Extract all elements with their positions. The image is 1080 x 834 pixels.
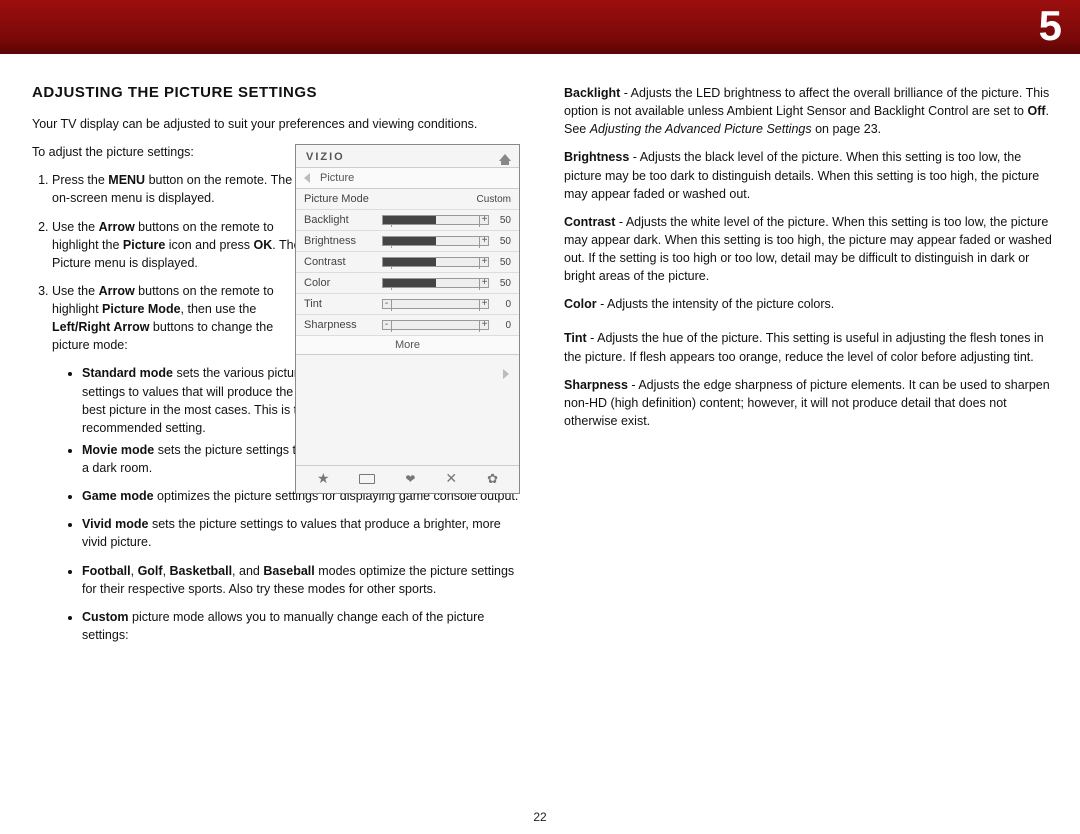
osd-row-value: 50 (495, 236, 511, 247)
chapter-number: 5 (1039, 2, 1062, 50)
header-bar: 5 (0, 0, 1080, 54)
list-item: Press the MENU button on the remote. The… (52, 171, 312, 207)
osd-crumb-label: Picture (320, 172, 354, 184)
osd-slider: -+ (382, 257, 489, 267)
osd-row-value: 50 (495, 257, 511, 268)
home-icon (499, 154, 511, 161)
osd-row-label: Tint (304, 298, 376, 310)
setting-desc: Color - Adjusts the intensity of the pic… (564, 295, 1052, 313)
osd-row-value: 50 (495, 278, 511, 289)
intro-text: Your TV display can be adjusted to suit … (32, 115, 520, 133)
page-number: 22 (0, 810, 1080, 824)
setting-desc: Sharpness - Adjusts the edge sharpness o… (564, 376, 1052, 430)
osd-slider: -+ (382, 320, 489, 330)
osd-row-value: 0 (495, 320, 511, 331)
osd-row: Color -+ 50 (296, 273, 519, 294)
list-item: Use the Arrow buttons on the remote to h… (52, 282, 312, 437)
osd-row-value: 50 (495, 215, 511, 226)
setting-desc: Contrast - Adjusts the white level of th… (564, 213, 1052, 286)
steps-list: Press the MENU button on the remote. The… (32, 171, 312, 437)
gear-icon: ✿ (487, 471, 498, 487)
chevron-down-icon: ❤ (405, 472, 415, 486)
list-item: Vivid mode sets the picture settings to … (82, 515, 520, 551)
close-icon: ✕ (445, 470, 457, 487)
osd-row: Tint -+ 0 (296, 294, 519, 315)
osd-row-label: Contrast (304, 256, 376, 268)
list-item: Standard mode sets the various picture s… (82, 364, 312, 437)
setting-desc: Brightness - Adjusts the black level of … (564, 148, 1052, 202)
osd-row: Contrast -+ 50 (296, 252, 519, 273)
wide-icon (359, 474, 375, 484)
osd-slider: -+ (382, 215, 489, 225)
osd-row-mode: Picture Mode Custom (296, 189, 519, 210)
osd-row: Sharpness -+ 0 (296, 315, 519, 336)
list-item: Use the Arrow buttons on the remote to h… (52, 218, 312, 272)
lead-text: To adjust the picture settings: (32, 143, 312, 161)
osd-row-label: Color (304, 277, 376, 289)
setting-desc: Backlight - Adjusts the LED brightness t… (564, 84, 1052, 138)
osd-slider: -+ (382, 236, 489, 246)
star-icon: ★ (317, 470, 330, 487)
osd-footer: ★ ❤ ✕ ✿ (296, 465, 519, 493)
breadcrumb: Picture (296, 168, 519, 189)
osd-slider: -+ (382, 278, 489, 288)
triangle-right-icon (503, 369, 509, 379)
setting-desc: Tint - Adjusts the hue of the picture. T… (564, 329, 1052, 365)
osd-row-value: 0 (495, 299, 511, 310)
triangle-left-icon (304, 173, 310, 183)
osd-row-label: Sharpness (304, 319, 376, 331)
osd-row: Brightness -+ 50 (296, 231, 519, 252)
osd-screenshot: VIZIO Picture Picture Mode Custom Backli… (295, 144, 520, 494)
osd-slider: -+ (382, 299, 489, 309)
osd-row-label: Brightness (304, 235, 376, 247)
osd-row-label: Backlight (304, 214, 376, 226)
list-item: Custom picture mode allows you to manual… (82, 608, 520, 644)
osd-logo: VIZIO (306, 151, 345, 163)
osd-more: More (296, 336, 519, 355)
osd-row: Backlight -+ 50 (296, 210, 519, 231)
list-item: Football, Golf, Basketball, and Baseball… (82, 562, 520, 598)
section-heading: ADJUSTING THE PICTURE SETTINGS (32, 84, 520, 101)
